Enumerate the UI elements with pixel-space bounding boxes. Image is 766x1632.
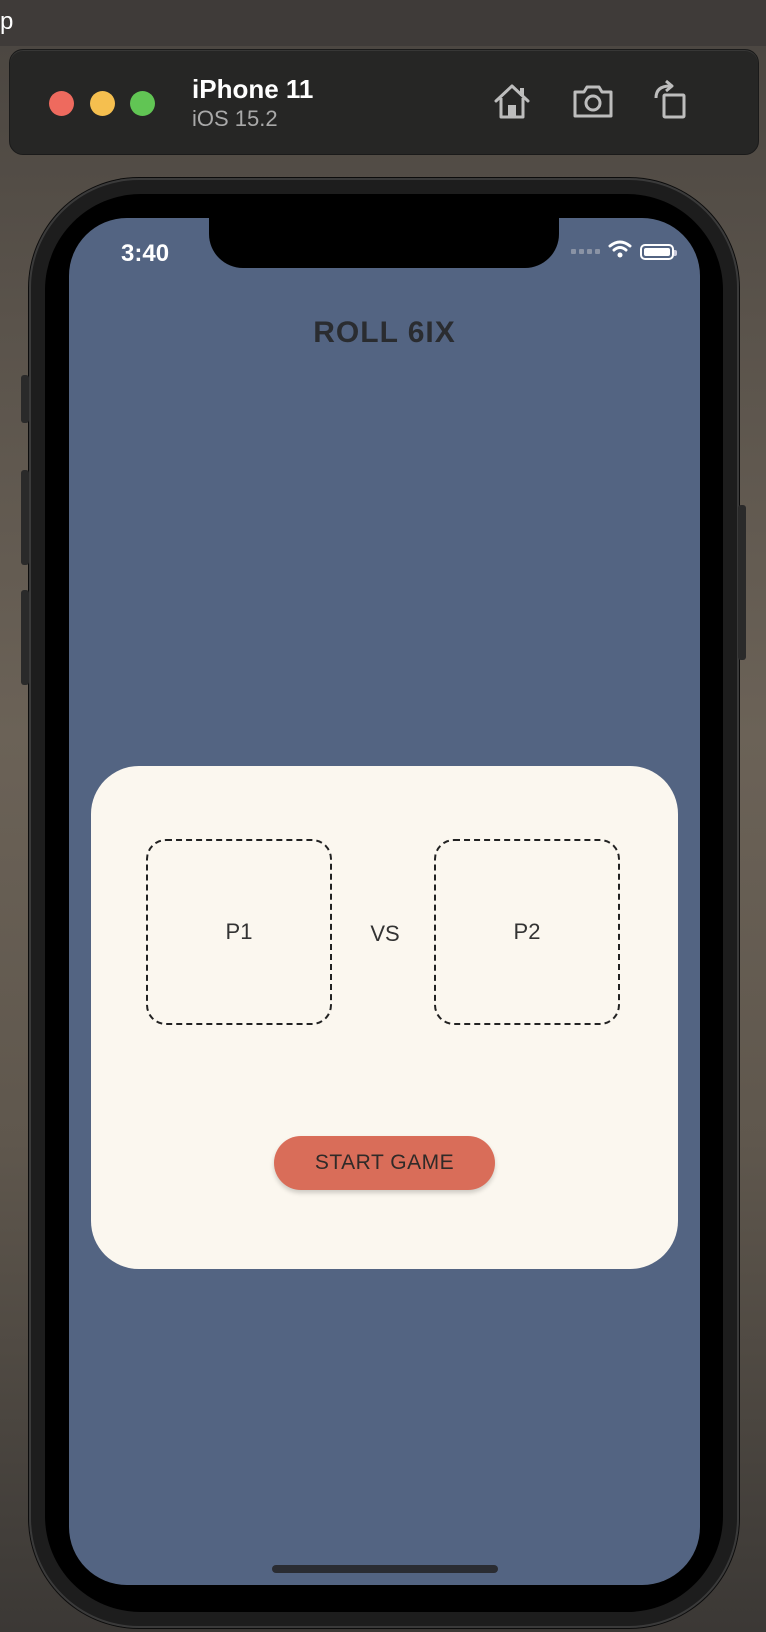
player-one-label: P1	[225, 919, 253, 944]
status-icons	[571, 240, 677, 263]
battery-icon	[640, 243, 677, 260]
home-icon[interactable]	[489, 78, 535, 124]
rotate-icon[interactable]	[650, 78, 696, 124]
player-two-box[interactable]: P2	[434, 839, 620, 1025]
volume-down-button	[21, 590, 29, 685]
player-one-box[interactable]: P1	[146, 839, 332, 1025]
minimize-window-button[interactable]	[90, 91, 115, 116]
player-two-label: P2	[513, 919, 541, 944]
device-os-version: iOS 15.2	[192, 106, 278, 131]
notch	[209, 218, 559, 268]
page-title: ROLL 6IX	[313, 316, 456, 349]
screenshot-icon[interactable]	[570, 78, 616, 124]
game-card: P1 VS P2 START GAME	[91, 766, 678, 1269]
device-name: iPhone 11	[192, 74, 314, 104]
zoom-window-button[interactable]	[130, 91, 155, 116]
cellular-signal-icon	[571, 249, 600, 254]
app-menu-label[interactable]: p	[0, 8, 13, 36]
close-window-button[interactable]	[49, 91, 74, 116]
start-game-button[interactable]: START GAME	[274, 1136, 495, 1190]
power-button	[738, 505, 746, 660]
app-screen: 3:40 ROLL 6IX P1 VS P2 START GAME	[69, 218, 700, 1585]
home-indicator[interactable]	[272, 1565, 498, 1573]
simulator-toolbar: iPhone 11 iOS 15.2	[9, 49, 759, 155]
volume-up-button	[21, 470, 29, 565]
mute-switch	[21, 375, 29, 423]
status-time: 3:40	[121, 240, 170, 267]
wifi-icon	[608, 240, 632, 263]
mac-menu-strip: p	[0, 0, 766, 46]
versus-label: VS	[370, 921, 400, 946]
